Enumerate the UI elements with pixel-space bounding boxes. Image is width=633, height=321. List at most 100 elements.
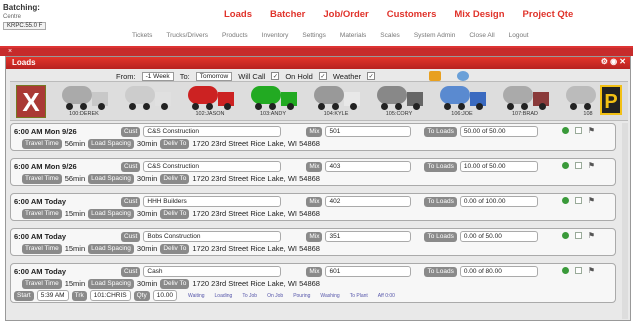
subnav-scales[interactable]: Scales [380, 32, 400, 39]
deliv-label: Deliv To [160, 243, 190, 254]
nav-projectqte[interactable]: Project Qte [523, 9, 574, 20]
subnav-materials[interactable]: Materials [340, 32, 366, 39]
truck-icon [499, 84, 551, 110]
ticket-row[interactable]: 6:00 AM Today Cust HHH Builders Mix 402 To Lo… [10, 193, 616, 221]
nav-customers[interactable]: Customers [387, 9, 437, 20]
scrollbar[interactable] [622, 123, 628, 319]
select-checkbox[interactable] [574, 197, 582, 204]
deliv-value: 1720 23rd Street Rice Lake, WI 54868 [192, 139, 320, 148]
nav-mixdesign[interactable]: Mix Design [454, 9, 504, 20]
close-icon[interactable]: × [8, 48, 12, 55]
window-title: Loads [12, 58, 36, 67]
ticket-row[interactable]: 6:00 AM Today Cust Bobs Construction Mix 351… [10, 228, 616, 256]
status-dot-icon [561, 232, 569, 239]
select-checkbox[interactable] [574, 232, 582, 239]
willcall-label: Will Call [238, 71, 266, 81]
spacing-value: 30min [136, 279, 158, 288]
wheel [269, 103, 276, 110]
travel-value: 15min [64, 244, 86, 253]
flag-icon[interactable]: ⚑ [588, 231, 595, 240]
subnav-logout[interactable]: Logout [509, 32, 529, 39]
nav-joborder[interactable]: Job/Order [323, 9, 368, 20]
plant-p-button[interactable]: P [600, 85, 622, 115]
subnav-inventory[interactable]: Inventory [262, 32, 289, 39]
wheel [458, 103, 465, 110]
select-checkbox[interactable] [574, 267, 582, 274]
wheel [129, 103, 136, 110]
cancel-x-button[interactable]: X [16, 85, 46, 118]
nav-batcher[interactable]: Batcher [270, 9, 305, 20]
wheel [476, 103, 483, 110]
mix-value: 402 [325, 196, 412, 207]
wheel [584, 103, 591, 110]
ticket-row[interactable]: 6:00 AM Mon 9/26 Cust C&S Construction Mix 4… [10, 158, 616, 186]
ticket-list: 6:00 AM Mon 9/26 Cust C&S Construction Mix 5… [10, 123, 616, 320]
willcall-checkbox[interactable]: ✓ [271, 72, 280, 80]
ticket-time: 6:00 AM Today [14, 197, 67, 206]
select-checkbox[interactable] [574, 162, 582, 169]
toloads-label: To Loads [424, 196, 457, 207]
deliv-value: 1720 23rd Street Rice Lake, WI 54868 [192, 244, 320, 253]
plant-select[interactable]: KRPC.55.0 F [3, 22, 47, 30]
flag-icon[interactable]: ⚑ [588, 196, 595, 205]
status-dot-icon [561, 127, 569, 134]
truck-item[interactable]: 105:CORY [369, 84, 429, 120]
truck-item[interactable]: 104:KYLE [306, 84, 366, 120]
ticket-row[interactable]: 6:00 AM Mon 9/26 Cust C&S Construction Mix 5… [10, 123, 616, 151]
travel-value: 15min [64, 279, 86, 288]
subnav-settings[interactable]: Settings [302, 32, 326, 39]
subnav-sysadmin[interactable]: System Admin [414, 32, 456, 39]
cust-label: Cust [121, 126, 141, 137]
weather-checkbox[interactable]: ✓ [367, 72, 376, 80]
truck-item[interactable]: 102:JASON [180, 84, 240, 120]
subnav-tickets[interactable]: Tickets [132, 32, 152, 39]
truck-label: 102:JASON [195, 111, 225, 117]
spacing-label: Load Spacing [88, 138, 134, 149]
ticket-status: ⚑ [561, 161, 595, 170]
ticket-time: 6:00 AM Today [14, 232, 67, 241]
cust-value: Cash [143, 266, 282, 277]
subnav-trucks[interactable]: Trucks/Drivers [166, 32, 208, 39]
flag-icon[interactable]: ⚑ [588, 161, 595, 170]
cust-label: Cust [121, 266, 141, 277]
notes-icon[interactable] [429, 71, 442, 81]
wheel [161, 103, 168, 110]
nav-loads[interactable]: Loads [224, 9, 252, 20]
progress-step: Waiting [188, 292, 205, 299]
deliv-label: Deliv To [160, 138, 190, 149]
start-label: Start [14, 290, 34, 301]
window-controls[interactable]: ⚙ ◉ ✕ [601, 57, 626, 66]
wheel [287, 103, 294, 110]
to-select[interactable]: Tomorrow [195, 71, 233, 81]
from-select[interactable]: -1 Week [141, 71, 174, 81]
refresh-icon[interactable] [457, 71, 470, 81]
truck-item[interactable]: 100:DEREK [54, 84, 114, 120]
truck-item[interactable]: 103:ANDY [243, 84, 303, 120]
truck-item[interactable]: 106:JOE [432, 84, 492, 120]
progress-step: On Job [267, 292, 284, 299]
truck-item[interactable] [117, 84, 177, 120]
travel-value: 56min [64, 174, 86, 183]
wheel [570, 103, 577, 110]
ticket-status: ⚑ [561, 196, 595, 205]
deliv-value: 1720 23rd Street Rice Lake, WI 54868 [192, 209, 320, 218]
subnav-products[interactable]: Products [222, 32, 248, 39]
ticket-time: 6:00 AM Today [14, 267, 67, 276]
flag-icon[interactable]: ⚑ [588, 126, 595, 135]
wheel [507, 103, 514, 110]
flag-icon[interactable]: ⚑ [588, 266, 595, 275]
spacing-label: Load Spacing [88, 173, 134, 184]
spacing-label: Load Spacing [88, 278, 134, 289]
mix-value: 403 [325, 161, 412, 172]
onhold-checkbox[interactable]: ✓ [318, 72, 327, 80]
truck-item[interactable]: 107:BRAD [495, 84, 555, 120]
subnav-closeall[interactable]: Close All [469, 32, 494, 39]
wheel [80, 103, 87, 110]
brand-sub: Centre [3, 14, 22, 20]
ticket-row[interactable]: 6:00 AM Today Cust Cash Mix 601 To Loads 0.00 … [10, 263, 616, 303]
progress-step: To Job [242, 292, 258, 299]
spacing-label: Load Spacing [88, 243, 134, 254]
truck-drum [566, 86, 596, 104]
select-checkbox[interactable] [574, 127, 582, 134]
spacing-value: 30min [136, 244, 158, 253]
